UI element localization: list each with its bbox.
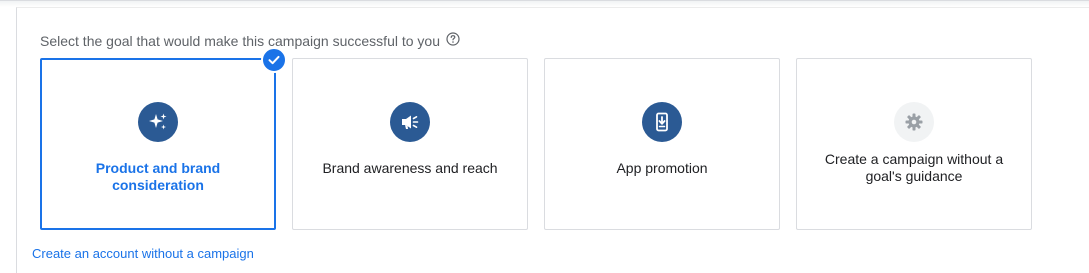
goal-card-label: App promotion [616,160,708,176]
goal-prompt-text: Select the goal that would make this cam… [40,33,440,49]
phone-download-icon [642,102,682,142]
goal-cards: Product and brand consideration Brand aw… [40,47,1032,230]
goal-card-label: Product and brand consideration [95,160,221,193]
megaphone-icon [390,102,430,142]
goal-card-label: Brand awareness and reach [322,160,498,176]
goal-card-product-brand-consideration[interactable]: Product and brand consideration [40,47,287,230]
goal-card-app-promotion[interactable]: App promotion [544,58,780,230]
goal-card-no-guidance[interactable]: Create a campaign without a goal's guida… [796,58,1032,230]
page: Select the goal that would make this cam… [0,0,1089,273]
goal-card-brand-awareness-reach[interactable]: Brand awareness and reach [292,58,528,230]
sparkle-icon [138,102,178,142]
goal-card-label: Create a campaign without a goal's guida… [824,151,1004,184]
check-icon [261,47,287,73]
gear-icon [894,102,934,142]
help-circle-icon[interactable] [446,32,460,46]
goal-prompt: Select the goal that would make this cam… [40,32,460,49]
create-account-without-campaign-link[interactable]: Create an account without a campaign [32,246,254,261]
